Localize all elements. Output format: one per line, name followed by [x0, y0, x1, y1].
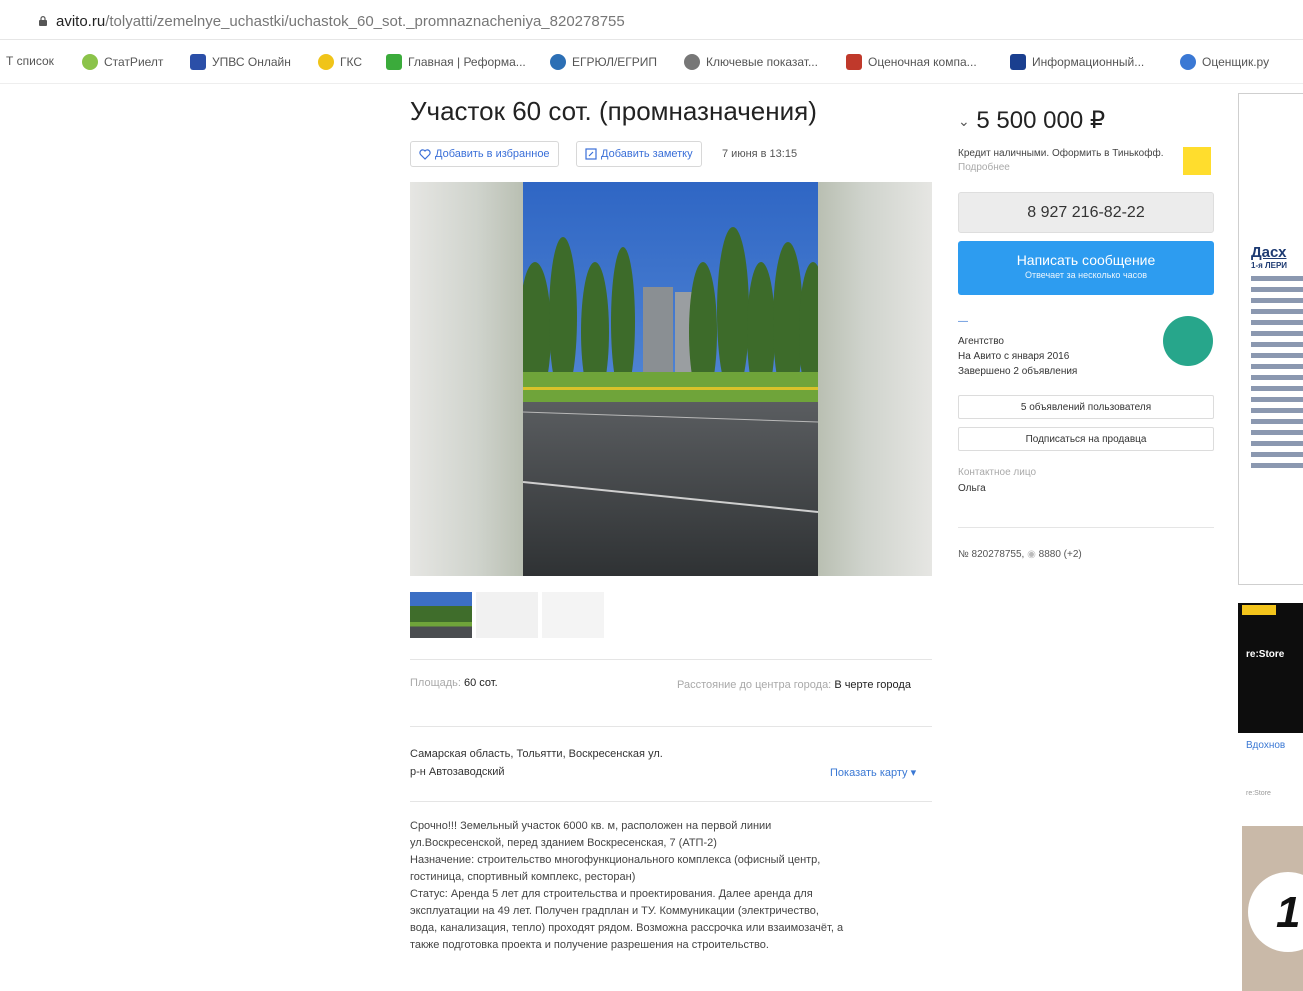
address-bar[interactable]: avito.ru/tolyatti/zemelnye_uchastki/ucha… — [0, 0, 1303, 40]
seller-info: Агентство На Авито с января 2016 Заверше… — [958, 336, 1078, 377]
gks-icon — [318, 54, 334, 70]
divider — [410, 659, 932, 660]
banner-ad-restore[interactable]: re:Store — [1238, 603, 1303, 733]
bookmark-statrielt[interactable]: СтатРиелт — [82, 54, 163, 70]
ad-source: re:Store — [1246, 790, 1271, 797]
lock-icon — [39, 16, 47, 26]
note-icon — [585, 148, 597, 160]
thumbnail-2[interactable] — [476, 592, 538, 638]
listing-date: 7 июня в 13:15 — [722, 148, 798, 160]
param-distance: Расстояние до центра города: В черте гор… — [677, 679, 911, 691]
subscribe-seller-button[interactable]: Подписаться на продавца — [958, 427, 1214, 451]
ad-caption[interactable]: Вдохнов — [1246, 740, 1285, 751]
credit-offer: Кредит наличными. Оформить в Тинькофф. П… — [958, 148, 1164, 173]
heart-icon — [419, 148, 431, 160]
bookmark-info[interactable]: Информационный... — [1010, 54, 1144, 70]
main-photo — [523, 182, 818, 576]
ocenshik-icon — [1180, 54, 1196, 70]
show-map-link[interactable]: Показать карту ▾ — [830, 766, 916, 779]
listing-description: Срочно!!! Земельный участок 6000 кв. м, … — [410, 820, 844, 951]
photo-thumbnails — [410, 592, 604, 638]
gallery-blur-right — [818, 182, 932, 576]
divider — [410, 801, 932, 802]
bookmark-gks[interactable]: ГКС — [318, 54, 362, 70]
banner-ad-realty[interactable]: Дасх 1-я ЛЕРИ — [1238, 93, 1303, 585]
bookmark-key-indicators[interactable]: Ключевые показат... — [684, 54, 818, 70]
seller-avatar[interactable] — [1163, 316, 1213, 366]
banner-ad-third[interactable]: 1 — [1242, 826, 1303, 991]
statrielt-icon — [82, 54, 98, 70]
gallery-blur-left — [410, 182, 523, 576]
address: Самарская область, Тольятти, Воскресенск… — [410, 748, 663, 778]
ad-logo: Дасх — [1251, 244, 1287, 261]
reforma-icon — [386, 54, 402, 70]
bookmark-upvs[interactable]: УПВС Онлайн — [190, 54, 291, 70]
eye-icon: ◉ — [1027, 549, 1036, 560]
photo-gallery[interactable] — [410, 182, 932, 576]
egrul-icon — [550, 54, 566, 70]
divider — [958, 527, 1214, 528]
divider — [410, 726, 932, 727]
bookmark-list[interactable]: Т список — [6, 54, 54, 68]
thumbnail-1[interactable] — [410, 592, 472, 638]
user-ads-button[interactable]: 5 объявлений пользователя — [958, 395, 1214, 419]
indicators-icon — [684, 54, 700, 70]
ad-number-views: № 820278755, ◉ 8880 (+2) — [958, 549, 1082, 560]
url-text: avito.ru/tolyatti/zemelnye_uchastki/ucha… — [56, 13, 625, 30]
upvs-icon — [190, 54, 206, 70]
contact-person: Контактное лицо Ольга — [958, 467, 1037, 494]
bookmark-appraisal-company[interactable]: Оценочная компа... — [846, 54, 977, 70]
seller-name-link[interactable]: — — [958, 316, 968, 327]
ad-text-lines — [1239, 276, 1303, 468]
bookmarks-bar: Т список СтатРиелт УПВС Онлайн ГКС Главн… — [0, 40, 1303, 84]
chevron-down-icon: ▾ — [910, 767, 917, 779]
write-message-button[interactable]: Написать сообщение Отвечает за несколько… — [958, 241, 1214, 295]
price: ⌄ 5 500 000 ₽ — [958, 107, 1106, 134]
bookmark-reforma[interactable]: Главная | Реформа... — [386, 54, 526, 70]
thumbnail-3[interactable] — [542, 592, 604, 638]
credit-more-link[interactable]: Подробнее — [958, 162, 1010, 173]
listing-title: Участок 60 сот. (промназначения) — [410, 96, 817, 126]
tinkoff-logo-icon — [1183, 147, 1211, 175]
ad-badge — [1242, 605, 1276, 615]
param-area: Площадь: 60 сот. — [410, 677, 498, 689]
add-note-button[interactable]: Добавить заметку — [576, 141, 702, 167]
appraisal-icon — [846, 54, 862, 70]
info-icon — [1010, 54, 1026, 70]
bookmark-ocenshik[interactable]: Оценщик.ру — [1180, 54, 1269, 70]
add-favorite-button[interactable]: Добавить в избранное — [410, 141, 559, 167]
phone-button[interactable]: 8 927 216-82-22 — [958, 192, 1214, 233]
bookmark-egrul[interactable]: ЕГРЮЛ/ЕГРИП — [550, 54, 657, 70]
price-dropdown-icon[interactable]: ⌄ — [958, 113, 970, 129]
